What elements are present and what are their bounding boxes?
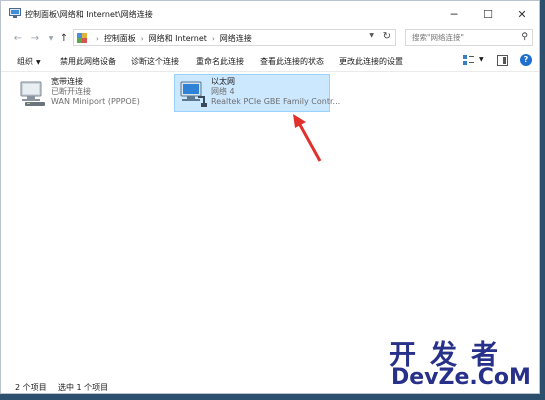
command-bar: 组织 ▼ 禁用此网络设备 诊断这个连接 重命名此连接 查看此连接的状态 更改此连接… bbox=[1, 50, 539, 72]
change-settings-button[interactable]: 更改此连接的设置 bbox=[339, 56, 403, 67]
breadcrumb-control-panel[interactable]: 控制面板 bbox=[104, 33, 136, 44]
disable-device-button[interactable]: 禁用此网络设备 bbox=[60, 56, 116, 67]
item-device: WAN Miniport (PPPOE) bbox=[51, 97, 140, 106]
breadcrumb-network-internet[interactable]: 网络和 Internet bbox=[149, 33, 207, 44]
network-connections-icon bbox=[9, 8, 21, 18]
breadcrumb: › 控制面板 › 网络和 Internet › 网络连接 bbox=[91, 33, 252, 44]
view-options-chevron-icon[interactable]: ▼ bbox=[479, 56, 484, 63]
search-input[interactable] bbox=[406, 30, 520, 45]
rename-connection-button[interactable]: 重命名此连接 bbox=[196, 56, 244, 67]
search-icon[interactable]: ⚲ bbox=[521, 32, 528, 42]
breadcrumb-network-connections[interactable]: 网络连接 bbox=[220, 33, 252, 44]
organize-label: 组织 bbox=[17, 57, 33, 66]
item-text: 以太网 网络 4 Realtek PCIe GBE Family Contr..… bbox=[211, 77, 340, 107]
address-bar[interactable]: › 控制面板 › 网络和 Internet › 网络连接 ▼ ↻ bbox=[73, 29, 396, 46]
explorer-window: 控制面板\网络和 Internet\网络连接 ─ ☐ ✕ ← → ▼ ↑ › 控… bbox=[0, 0, 540, 394]
selected-count-text: 选中 1 个项目 bbox=[58, 383, 109, 392]
control-panel-icon bbox=[77, 33, 87, 43]
up-arrow-icon[interactable]: ↑ bbox=[56, 30, 72, 46]
refresh-icon[interactable]: ↻ bbox=[383, 31, 391, 42]
preview-pane-icon[interactable] bbox=[497, 55, 508, 66]
maximize-button[interactable]: ☐ bbox=[471, 1, 505, 27]
search-box[interactable]: ⚲ bbox=[405, 29, 533, 46]
watermark-en-text: DevZe.CoM bbox=[391, 365, 531, 390]
address-dropdown-icon[interactable]: ▼ bbox=[369, 32, 374, 39]
change-view-icon[interactable] bbox=[463, 55, 474, 66]
item-device: Realtek PCIe GBE Family Contr... bbox=[211, 97, 341, 106]
diagnose-connection-button[interactable]: 诊断这个连接 bbox=[131, 56, 179, 67]
back-arrow-icon[interactable]: ← bbox=[10, 30, 26, 46]
item-status: 已断开连接 bbox=[51, 87, 91, 96]
broadband-connection-icon bbox=[20, 81, 45, 106]
forward-arrow-icon[interactable]: → bbox=[27, 30, 43, 46]
ethernet-connection-icon bbox=[180, 81, 207, 107]
title-bar: 控制面板\网络和 Internet\网络连接 ─ ☐ ✕ bbox=[1, 1, 539, 27]
item-count-text: 2 个项目 bbox=[15, 383, 47, 392]
annotation-arrow-icon bbox=[293, 114, 322, 162]
item-name: 以太网 bbox=[211, 77, 235, 86]
connection-item-broadband[interactable]: 宽带连接 已断开连接 WAN Miniport (PPPOE) bbox=[15, 75, 165, 113]
item-status: 网络 4 bbox=[211, 87, 235, 96]
minimize-button[interactable]: ─ bbox=[437, 1, 471, 27]
watermark-logo: 开发者 DevZe.CoM bbox=[389, 333, 539, 393]
help-icon[interactable]: ? bbox=[520, 54, 532, 66]
breadcrumb-chevron-icon: › bbox=[211, 34, 215, 43]
view-status-button[interactable]: 查看此连接的状态 bbox=[260, 56, 324, 67]
window-title: 控制面板\网络和 Internet\网络连接 bbox=[25, 10, 153, 19]
address-row: ← → ▼ ↑ › 控制面板 › 网络和 Internet › 网络连接 ▼ ↻ bbox=[1, 27, 539, 49]
organize-menu-button[interactable]: 组织 ▼ bbox=[17, 56, 41, 67]
chevron-down-icon: ▼ bbox=[36, 59, 41, 66]
breadcrumb-chevron-icon: › bbox=[140, 34, 144, 43]
connection-item-ethernet[interactable]: 以太网 网络 4 Realtek PCIe GBE Family Contr..… bbox=[174, 74, 340, 112]
breadcrumb-chevron-icon: › bbox=[96, 34, 99, 43]
item-text: 宽带连接 已断开连接 WAN Miniport (PPPOE) bbox=[51, 77, 140, 107]
close-button[interactable]: ✕ bbox=[505, 1, 539, 27]
item-name: 宽带连接 bbox=[51, 77, 83, 86]
